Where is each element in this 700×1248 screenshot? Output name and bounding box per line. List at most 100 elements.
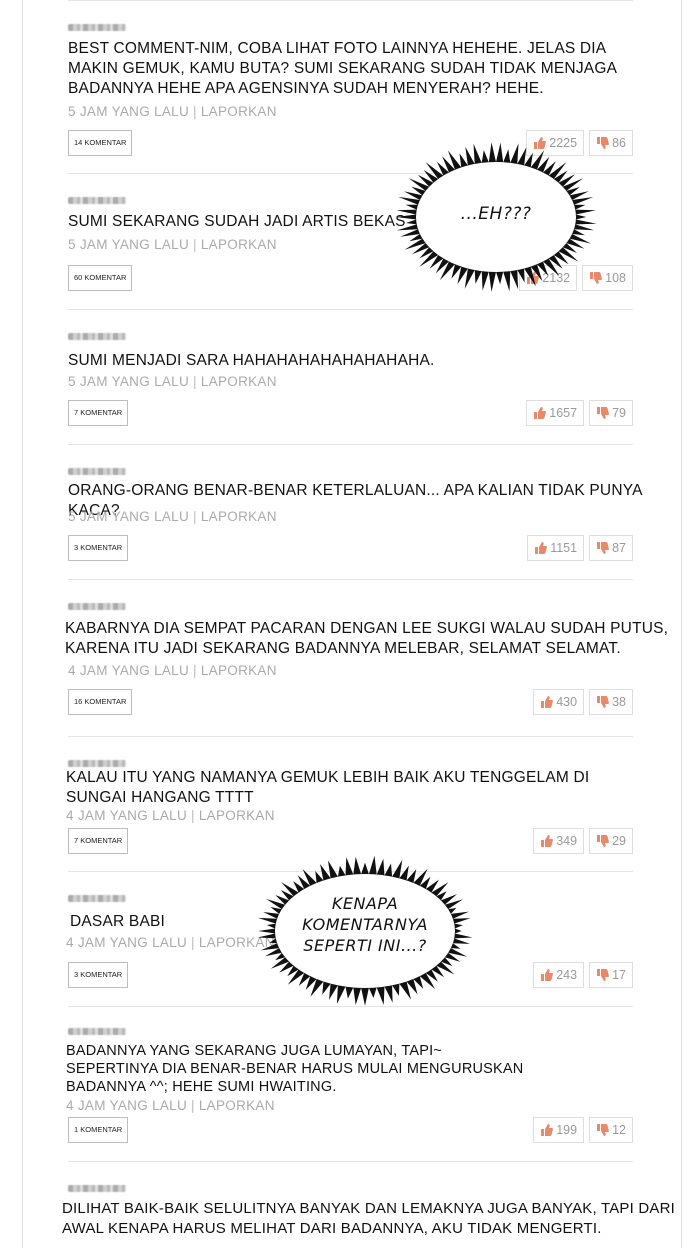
dislike-count: 108 (605, 271, 626, 285)
like-count: 430 (556, 695, 578, 709)
comment-time: 5 JAM YANG LALU (68, 104, 190, 119)
bubble-line: KENAPA (331, 894, 399, 913)
dislike-button[interactable]: 17 (589, 962, 633, 988)
divider (68, 736, 633, 737)
divider (68, 444, 633, 445)
comment-text: DILIHAT BAIK-BAIK SELULITNYA BANYAK DAN … (62, 1200, 675, 1237)
dislike-count: 12 (612, 1123, 626, 1137)
report-link[interactable]: LAPORKAN (201, 509, 277, 524)
comment-meta: 5 JAM YANG LALU | LAPORKAN (68, 237, 277, 252)
comment-time: 4 JAM YANG LALU (66, 808, 188, 823)
like-count: 1151 (550, 541, 578, 555)
bubble-text: ...EH??? (460, 204, 532, 224)
komentar-button[interactable]: 14 KOMENTAR (68, 130, 133, 156)
thumbs-down-icon (597, 1124, 609, 1136)
comment-text: BADANNYA YANG SEKARANG JUGA LUMAYAN, TAP… (66, 1043, 524, 1095)
comment-meta: 4 JAM YANG LALU | LAPORKAN (66, 935, 275, 950)
dislike-button[interactable]: 38 (589, 689, 633, 715)
comment-item: SUMI MENJADI SARA HAHAHAHAHAHAHAHAHA. 5 … (68, 309, 633, 444)
comment-meta: 4 JAM YANG LALU | LAPORKAN (66, 808, 275, 823)
report-link[interactable]: LAPORKAN (199, 808, 275, 823)
like-count: 1657 (549, 406, 578, 420)
like-button[interactable]: 349 (533, 828, 585, 854)
blurred-username (68, 760, 126, 767)
comment-meta: 5 JAM YANG LALU | LAPORKAN (68, 104, 277, 119)
speech-bubble: KENAPA KOMENTARNYA SEPERTI INI...? (257, 855, 473, 1006)
comment-time: 4 JAM YANG LALU (66, 935, 188, 950)
comment-time: 4 JAM YANG LALU (66, 1098, 188, 1113)
thumbs-up-icon (534, 407, 547, 419)
divider (68, 1006, 633, 1007)
report-link[interactable]: LAPORKAN (201, 374, 277, 389)
bubble-line: KOMENTARNYA (302, 915, 428, 934)
dislike-button[interactable]: 12 (589, 1117, 633, 1143)
comment-item: ORANG-ORANG BENAR-BENAR KETERLALUAN... A… (68, 444, 642, 579)
komentar-button[interactable]: 7 KOMENTAR (68, 828, 129, 854)
vote-buttons: 430 38 (533, 689, 633, 715)
dislike-count: 86 (612, 136, 626, 150)
divider (68, 1161, 633, 1162)
thumbs-down-icon (597, 407, 609, 419)
divider (68, 0, 633, 1)
thumbs-up-icon (541, 969, 554, 981)
divider (68, 309, 633, 310)
like-button[interactable]: 243 (533, 962, 585, 988)
dislike-button[interactable]: 79 (589, 400, 633, 426)
thumbs-down-icon (597, 835, 609, 847)
thumbs-down-icon (597, 969, 609, 981)
like-count: 349 (556, 834, 578, 848)
blurred-username (68, 24, 126, 31)
comment-item: BADANNYA YANG SEKARANG JUGA LUMAYAN, TAP… (66, 1006, 633, 1161)
comment-text: SUMI MENJADI SARA HAHAHAHAHAHAHAHAHA. (68, 352, 435, 369)
like-count: 243 (556, 968, 578, 982)
comment-time: 5 JAM YANG LALU (68, 509, 190, 524)
vote-buttons: 349 29 (533, 828, 633, 854)
report-link[interactable]: LAPORKAN (199, 1098, 275, 1113)
komentar-button[interactable]: 7 KOMENTAR (68, 400, 129, 426)
comment-item: KABARNYA DIA SEMPAT PACARAN DENGAN LEE S… (65, 579, 668, 736)
dislike-count: 87 (612, 541, 626, 555)
vote-buttons: 1151 87 (527, 535, 633, 561)
komentar-button[interactable]: 3 KOMENTAR (68, 535, 129, 561)
comment-time: 5 JAM YANG LALU (68, 374, 190, 389)
dislike-count: 29 (612, 834, 626, 848)
dislike-count: 17 (612, 968, 626, 982)
comment-item: DILIHAT BAIK-BAIK SELULITNYA BANYAK DAN … (62, 1161, 675, 1240)
like-count: 199 (556, 1123, 578, 1137)
bubble-line: SEPERTI INI...? (303, 936, 427, 955)
komentar-button[interactable]: 3 KOMENTAR (68, 962, 129, 988)
blurred-username (68, 1185, 126, 1192)
komentar-button[interactable]: 16 KOMENTAR (68, 689, 133, 715)
blurred-username (68, 1028, 126, 1035)
dislike-count: 79 (612, 406, 626, 420)
comment-time: 4 JAM YANG LALU (68, 663, 190, 678)
comment-meta: 5 JAM YANG LALU | LAPORKAN (68, 509, 277, 524)
vote-buttons: 1657 79 (526, 400, 633, 426)
comment-time: 5 JAM YANG LALU (68, 237, 190, 252)
report-link[interactable]: LAPORKAN (201, 663, 277, 678)
thumbs-down-icon (597, 542, 609, 554)
komentar-button[interactable]: 1 KOMENTAR (68, 1117, 129, 1143)
report-link[interactable]: LAPORKAN (201, 104, 277, 119)
vote-buttons: 199 12 (533, 1117, 633, 1143)
like-button[interactable]: 1657 (526, 400, 585, 426)
like-button[interactable]: 1151 (527, 535, 585, 561)
dislike-count: 38 (612, 695, 626, 709)
blurred-username (68, 603, 126, 610)
thumbs-up-icon (535, 542, 548, 554)
komentar-button[interactable]: 60 KOMENTAR (68, 265, 133, 291)
blurred-username (68, 333, 126, 340)
comment-text: KALAU ITU YANG NAMANYA GEMUK LEBIH BAIK … (66, 769, 590, 806)
comment-text: BEST COMMENT-NIM, COBA LIHAT FOTO LAINNY… (68, 40, 617, 97)
report-link[interactable]: LAPORKAN (201, 237, 277, 252)
like-button[interactable]: 199 (533, 1117, 585, 1143)
speech-bubble: ...EH??? (395, 142, 597, 292)
thumbs-up-icon (541, 835, 554, 847)
blurred-username (68, 895, 126, 902)
thumbs-down-icon (597, 696, 609, 708)
dislike-button[interactable]: 87 (589, 535, 633, 561)
vote-buttons: 243 17 (533, 962, 633, 988)
divider (68, 579, 633, 580)
dislike-button[interactable]: 29 (589, 828, 633, 854)
like-button[interactable]: 430 (533, 689, 585, 715)
